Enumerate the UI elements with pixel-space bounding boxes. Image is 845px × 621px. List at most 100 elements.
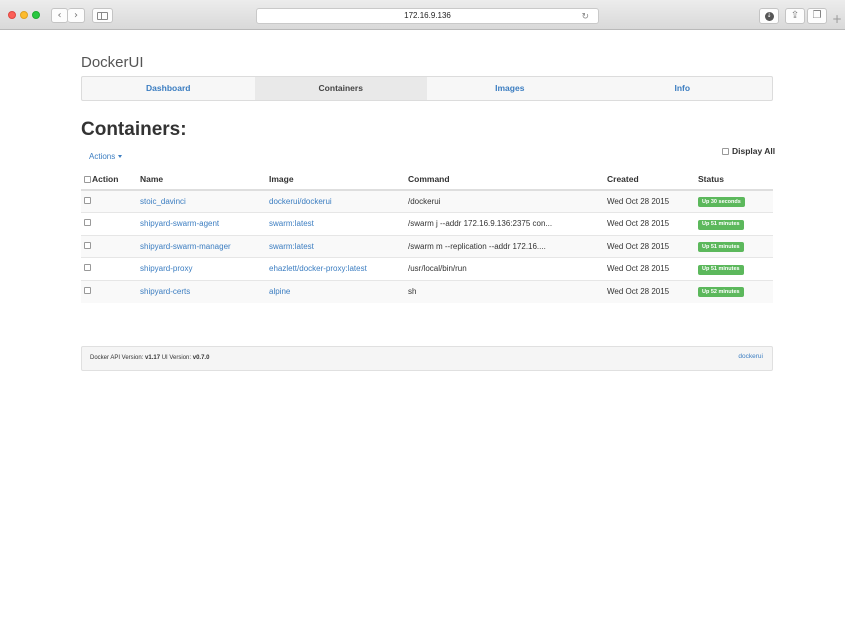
container-image-link[interactable]: alpine: [269, 287, 290, 296]
container-created: Wed Oct 28 2015: [607, 234, 698, 258]
row-checkbox[interactable]: [84, 219, 91, 227]
download-icon: ↓: [764, 11, 774, 21]
main-nav: Dashboard Containers Images Info: [81, 76, 773, 101]
header-name: Name: [140, 169, 269, 191]
container-command: /dockerui: [408, 189, 607, 213]
status-badge: Up 52 minutes: [698, 287, 744, 298]
container-image-link[interactable]: dockerui/dockerui: [269, 197, 332, 206]
container-image-link[interactable]: swarm:latest: [269, 242, 314, 251]
container-image-cell: swarm:latest: [269, 212, 408, 235]
version-info: Docker API Version: v1.17 UI Version: v0…: [90, 355, 209, 361]
header-created: Created: [607, 169, 698, 191]
sidebar-toggle-button[interactable]: [92, 8, 113, 23]
row-checkbox[interactable]: [84, 287, 91, 294]
container-name-cell: shipyard-swarm-agent: [140, 212, 269, 235]
close-window-button[interactable]: [8, 11, 16, 19]
display-all-checkbox[interactable]: [722, 147, 729, 155]
header-status: Status: [698, 169, 773, 191]
containers-table: Action Name Image Command Created Status…: [81, 169, 773, 303]
page-title: Containers:: [81, 119, 187, 140]
caret-down-icon: [118, 155, 123, 159]
zoom-window-button[interactable]: [32, 11, 40, 19]
table-row: shipyard-swarm-manager swarm:latest /swa…: [81, 234, 773, 258]
header-command: Command: [408, 169, 607, 191]
header-action-label: Action: [92, 174, 119, 184]
status-badge: Up 51 minutes: [698, 264, 744, 275]
minimize-window-button[interactable]: [20, 11, 28, 19]
container-name-link[interactable]: stoic_davinci: [140, 197, 186, 206]
app-brand: DockerUI: [81, 54, 144, 71]
row-checkbox[interactable]: [84, 264, 91, 272]
container-created: Wed Oct 28 2015: [607, 257, 698, 280]
row-action-cell: [81, 279, 140, 303]
actions-label: Actions: [89, 152, 116, 161]
sidebar-icon: [97, 11, 108, 20]
share-icon: ⇪: [790, 10, 800, 21]
container-created: Wed Oct 28 2015: [607, 279, 698, 303]
table-row: shipyard-certs alpine sh Wed Oct 28 2015…: [81, 279, 773, 303]
tabs-icon: ❐: [812, 10, 822, 21]
container-name-link[interactable]: shipyard-proxy: [140, 264, 192, 273]
table-row: shipyard-proxy ehazlett/docker-proxy:lat…: [81, 257, 773, 280]
container-command: sh: [408, 279, 607, 303]
container-name-cell: shipyard-proxy: [140, 257, 269, 280]
new-tab-plus-icon[interactable]: +: [832, 12, 842, 26]
forward-button[interactable]: ›: [68, 8, 85, 23]
ui-version-label: UI Version:: [161, 355, 192, 361]
container-name-cell: stoic_davinci: [140, 189, 269, 213]
table-header-row: Action Name Image Command Created Status: [81, 169, 773, 191]
container-status-cell: Up 51 minutes: [698, 212, 773, 235]
url-text: 172.16.9.136: [404, 11, 451, 20]
nav-tab-containers[interactable]: Containers: [254, 77, 427, 100]
container-created: Wed Oct 28 2015: [607, 212, 698, 235]
container-command: /swarm m --replication --addr 172.16....: [408, 234, 607, 258]
container-status-cell: Up 51 minutes: [698, 257, 773, 280]
share-button[interactable]: ⇪: [785, 8, 805, 24]
container-status-cell: Up 30 seconds: [698, 189, 773, 213]
row-checkbox[interactable]: [84, 241, 91, 249]
reload-icon[interactable]: ↻: [581, 10, 589, 24]
container-image-cell: ehazlett/docker-proxy:latest: [269, 257, 408, 280]
container-name-link[interactable]: shipyard-swarm-manager: [140, 242, 231, 251]
table-row: stoic_davinci dockerui/dockerui /dockeru…: [81, 189, 773, 213]
nav-tab-images[interactable]: Images: [427, 77, 593, 100]
nav-tab-dashboard[interactable]: Dashboard: [82, 77, 255, 100]
container-image-cell: dockerui/dockerui: [269, 189, 408, 213]
row-action-cell: [81, 257, 140, 280]
container-name-cell: shipyard-certs: [140, 279, 269, 303]
display-all-label: Display All: [732, 146, 776, 156]
chevron-right-icon: ›: [74, 9, 78, 21]
container-image-link[interactable]: ehazlett/docker-proxy:latest: [269, 264, 367, 273]
status-badge: Up 51 minutes: [698, 242, 744, 252]
nav-tab-info[interactable]: Info: [593, 77, 772, 100]
api-version-label: Docker API Version:: [90, 355, 144, 361]
row-action-cell: [81, 189, 140, 213]
container-command: /usr/local/bin/run: [408, 257, 607, 280]
row-action-cell: [81, 234, 140, 258]
container-command: /swarm j --addr 172.16.9.136:2375 con...: [408, 212, 607, 235]
header-action: Action: [81, 169, 140, 191]
status-badge: Up 51 minutes: [698, 219, 744, 230]
container-status-cell: Up 51 minutes: [698, 234, 773, 258]
container-status-cell: Up 52 minutes: [698, 279, 773, 303]
container-name-link[interactable]: shipyard-swarm-agent: [140, 219, 219, 228]
browser-toolbar: ‹ › 172.16.9.136 ↻ ↓ ⇪ ❐ +: [0, 0, 845, 30]
display-all-toggle[interactable]: Display All: [722, 146, 775, 156]
container-image-link[interactable]: swarm:latest: [269, 219, 314, 228]
container-image-cell: swarm:latest: [269, 234, 408, 258]
dockerui-link[interactable]: dockerui: [738, 353, 763, 360]
chevron-left-icon: ‹: [57, 9, 62, 21]
row-checkbox[interactable]: [84, 197, 91, 204]
select-all-checkbox[interactable]: [84, 175, 91, 183]
footer: Docker API Version: v1.17 UI Version: v0…: [81, 346, 773, 371]
address-bar[interactable]: 172.16.9.136 ↻: [256, 8, 599, 24]
container-image-cell: alpine: [269, 279, 408, 303]
back-button[interactable]: ‹: [51, 8, 68, 23]
ui-version-value: v0.7.0: [192, 355, 210, 361]
api-version-value: v1.17: [145, 355, 161, 361]
table-row: shipyard-swarm-agent swarm:latest /swarm…: [81, 212, 773, 235]
show-tabs-button[interactable]: ❐: [807, 8, 827, 24]
actions-dropdown[interactable]: Actions: [89, 152, 123, 161]
container-name-link[interactable]: shipyard-certs: [140, 287, 190, 296]
downloads-button[interactable]: ↓: [759, 8, 779, 24]
